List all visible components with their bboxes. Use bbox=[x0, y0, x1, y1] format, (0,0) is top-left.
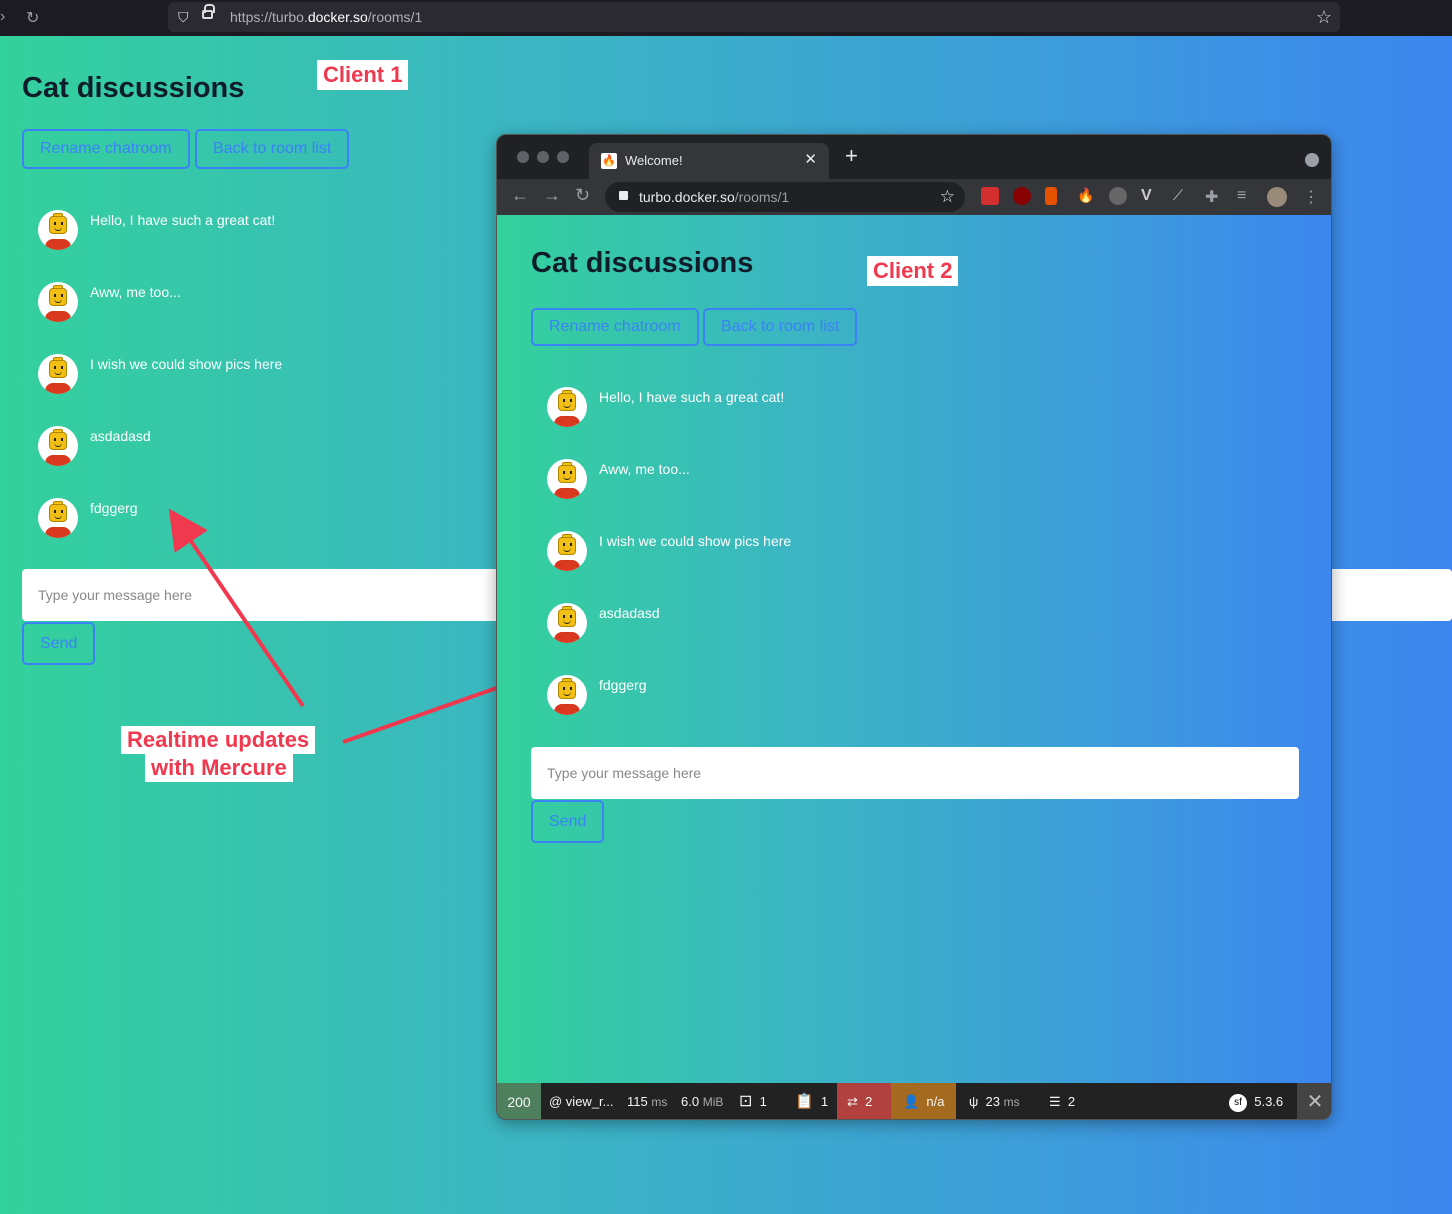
address-bar[interactable]: turbo.docker.so/rooms/1 ☆ bbox=[605, 182, 965, 212]
realtime-callout-line1: Realtime updates bbox=[121, 726, 316, 754]
message-text: I wish we could show pics here bbox=[599, 533, 792, 549]
twig-icon: ψ bbox=[969, 1094, 979, 1109]
tab-title: Welcome! bbox=[625, 153, 683, 168]
message-text: I wish we could show pics here bbox=[90, 356, 283, 372]
message-text: fdggerg bbox=[599, 677, 647, 693]
outer-address-bar[interactable]: ⛉ https://turbo.docker.so/rooms/1 ☆ bbox=[168, 2, 1340, 32]
forward-arrow-icon[interactable]: → bbox=[543, 185, 561, 206]
extension-gear-icon[interactable] bbox=[1109, 187, 1127, 205]
avatar bbox=[38, 210, 78, 250]
outer-browser-toolbar: › ↻ ⛉ https://turbo.docker.so/rooms/1 ☆ bbox=[0, 0, 1452, 36]
avatar bbox=[547, 603, 587, 643]
avatar bbox=[38, 282, 78, 322]
bookmark-star-icon[interactable]: ☆ bbox=[940, 182, 955, 212]
window-maximize-dot[interactable] bbox=[557, 151, 569, 163]
status-code-badge[interactable]: 200 bbox=[497, 1083, 541, 1119]
new-tab-icon[interactable]: + bbox=[845, 143, 858, 169]
back-arrow-icon[interactable]: ← bbox=[511, 185, 529, 206]
shield-icon[interactable]: ⛉ bbox=[178, 2, 189, 32]
profile-avatar-icon[interactable] bbox=[1267, 187, 1287, 207]
request-time[interactable]: 115 ms bbox=[627, 1083, 667, 1119]
avatar bbox=[547, 387, 587, 427]
tab-close-icon[interactable]: ✕ bbox=[804, 143, 817, 177]
reload-icon[interactable]: ↻ bbox=[26, 8, 39, 28]
reading-list-icon[interactable]: ≡ bbox=[1237, 187, 1255, 205]
bookmark-star-icon[interactable]: ☆ bbox=[1316, 2, 1332, 32]
message-text: asdadasd bbox=[90, 428, 151, 444]
translation-icon: ⇄ bbox=[847, 1094, 858, 1109]
window-close-dot[interactable] bbox=[517, 151, 529, 163]
message-text: Aww, me too... bbox=[90, 284, 181, 300]
extensions-puzzle-icon[interactable]: ✚ bbox=[1205, 187, 1223, 206]
message-text: Hello, I have such a great cat! bbox=[599, 389, 785, 405]
symfony-version[interactable]: sf 5.3.6 bbox=[1229, 1083, 1283, 1119]
rename-chatroom-button[interactable]: Rename chatroom bbox=[22, 129, 190, 169]
translation-panel[interactable]: ⇄ 2 bbox=[837, 1083, 891, 1119]
reload-icon[interactable]: ↻ bbox=[575, 185, 590, 206]
page-title: Cat discussions bbox=[531, 247, 754, 279]
menu-kebab-icon[interactable]: ⋮ bbox=[1303, 187, 1321, 206]
twig-panel[interactable]: ψ 23 ms bbox=[969, 1083, 1020, 1119]
avatar bbox=[38, 354, 78, 394]
message-text: asdadasd bbox=[599, 605, 660, 621]
client2-callout: Client 2 bbox=[867, 256, 959, 286]
rename-chatroom-button[interactable]: Rename chatroom bbox=[531, 308, 699, 346]
toolbar-close-icon[interactable]: ✕ bbox=[1297, 1083, 1331, 1119]
page-title: Cat discussions bbox=[22, 72, 245, 104]
extension-extinguisher-icon[interactable] bbox=[1045, 187, 1057, 205]
extension-flame-icon[interactable]: 🔥 bbox=[1077, 187, 1095, 205]
window-minimize-dot[interactable] bbox=[537, 151, 549, 163]
user-icon: 👤 bbox=[903, 1094, 920, 1109]
forward-icon[interactable]: › bbox=[0, 8, 5, 26]
avatar bbox=[547, 459, 587, 499]
tab-welcome[interactable]: 🔥 Welcome! ✕ bbox=[589, 143, 829, 179]
send-button[interactable]: Send bbox=[22, 622, 96, 665]
tab-search-icon[interactable] bbox=[1305, 153, 1319, 167]
realtime-callout-line2: with Mercure bbox=[145, 754, 293, 782]
lock-icon bbox=[619, 191, 628, 200]
lock-icon[interactable] bbox=[202, 4, 215, 19]
flame-favicon-icon: 🔥 bbox=[601, 153, 617, 169]
clipboard-icon: 📋 bbox=[795, 1093, 814, 1110]
message-text: Hello, I have such a great cat! bbox=[90, 212, 276, 228]
avatar bbox=[547, 531, 587, 571]
client2-page: Cat discussions Rename chatroom Back to … bbox=[497, 215, 1331, 1083]
message-text: fdggerg bbox=[90, 500, 138, 516]
back-to-room-list-button[interactable]: Back to room list bbox=[195, 129, 350, 169]
avatar bbox=[38, 498, 78, 538]
memory-usage[interactable]: 6.0 MiB bbox=[681, 1083, 723, 1119]
send-button[interactable]: Send bbox=[531, 800, 605, 843]
avatar bbox=[38, 426, 78, 466]
outer-url-text: https://turbo.docker.so/rooms/1 bbox=[230, 9, 423, 25]
symfony-debug-toolbar: 200 @ view_r... 115 ms 6.0 MiB ⊡ 1 📋 1 ⇄… bbox=[497, 1083, 1331, 1119]
forms-panel[interactable]: ⊡ 1 bbox=[739, 1083, 767, 1119]
extension-todoist-icon[interactable] bbox=[981, 187, 999, 205]
symfony-logo-icon: sf bbox=[1229, 1093, 1247, 1112]
message-input[interactable]: Type your message here bbox=[531, 747, 1299, 799]
tab-strip: 🔥 Welcome! ✕ + bbox=[497, 135, 1331, 179]
logs-panel[interactable]: 📋 1 bbox=[795, 1083, 828, 1119]
forms-icon: ⊡ bbox=[739, 1093, 753, 1110]
avatar bbox=[547, 675, 587, 715]
database-icon: ☰ bbox=[1049, 1094, 1061, 1109]
database-panel[interactable]: ☰ 2 bbox=[1049, 1083, 1075, 1119]
security-panel[interactable]: 👤 n/a bbox=[891, 1083, 956, 1119]
client2-browser-window: 🔥 Welcome! ✕ + ← → ↻ turbo.docker.so/roo… bbox=[496, 134, 1332, 1120]
route-name[interactable]: @ view_r... bbox=[549, 1083, 614, 1119]
back-to-room-list-button[interactable]: Back to room list bbox=[703, 308, 858, 346]
extension-picker-icon[interactable]: ⟋ bbox=[1173, 187, 1191, 205]
url-text: turbo.docker.so/rooms/1 bbox=[639, 189, 790, 205]
browser-toolbar: ← → ↻ turbo.docker.so/rooms/1 ☆ 🔥 V ⟋ ✚ … bbox=[497, 179, 1331, 215]
extension-ublock-icon[interactable] bbox=[1013, 187, 1031, 205]
extension-vue-icon[interactable]: V bbox=[1141, 187, 1159, 205]
client1-callout: Client 1 bbox=[317, 60, 409, 90]
message-text: Aww, me too... bbox=[599, 461, 690, 477]
